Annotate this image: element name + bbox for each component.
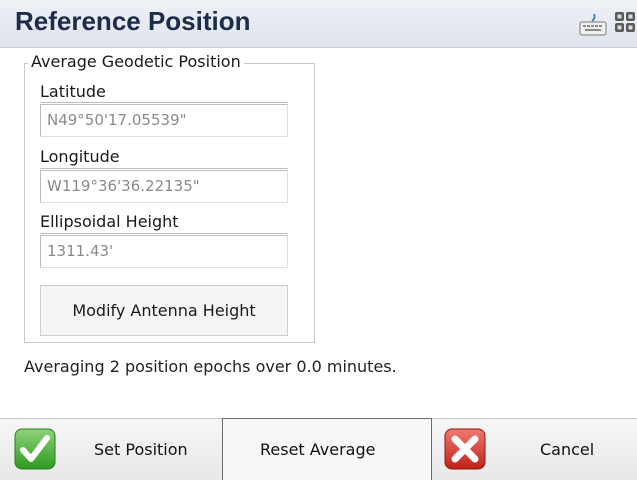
- keyboard-icon[interactable]: [578, 12, 608, 42]
- longitude-label: Longitude: [40, 147, 120, 166]
- check-icon: [14, 428, 56, 474]
- cancel-button[interactable]: Cancel: [432, 418, 637, 480]
- tray-icon[interactable]: [614, 10, 636, 38]
- longitude-rule: [40, 168, 288, 169]
- x-icon: [444, 428, 486, 474]
- reset-average-label: Reset Average: [260, 440, 376, 459]
- title-bar: Reference Position: [0, 0, 637, 48]
- ellipsoidal-height-label: Ellipsoidal Height: [40, 212, 179, 231]
- ellipsoidal-height-field[interactable]: 1311.43': [40, 235, 288, 268]
- set-position-label: Set Position: [94, 440, 188, 459]
- ellipsoidal-height-rule: [40, 233, 288, 234]
- latitude-field[interactable]: N49°50'17.05539": [40, 104, 288, 137]
- set-position-button[interactable]: Set Position: [0, 418, 222, 480]
- command-bar: Set Position Reset Average Cancel: [0, 418, 637, 480]
- modify-antenna-height-button[interactable]: Modify Antenna Height: [40, 285, 288, 336]
- cancel-label: Cancel: [540, 440, 595, 459]
- status-text: Averaging 2 position epochs over 0.0 min…: [24, 357, 397, 376]
- page-title: Reference Position: [15, 6, 251, 36]
- group-legend: Average Geodetic Position: [28, 52, 244, 71]
- latitude-rule: [40, 102, 288, 103]
- latitude-label: Latitude: [40, 82, 106, 101]
- longitude-field[interactable]: W119°36'36.22135": [40, 170, 288, 203]
- reset-average-button[interactable]: Reset Average: [222, 418, 432, 480]
